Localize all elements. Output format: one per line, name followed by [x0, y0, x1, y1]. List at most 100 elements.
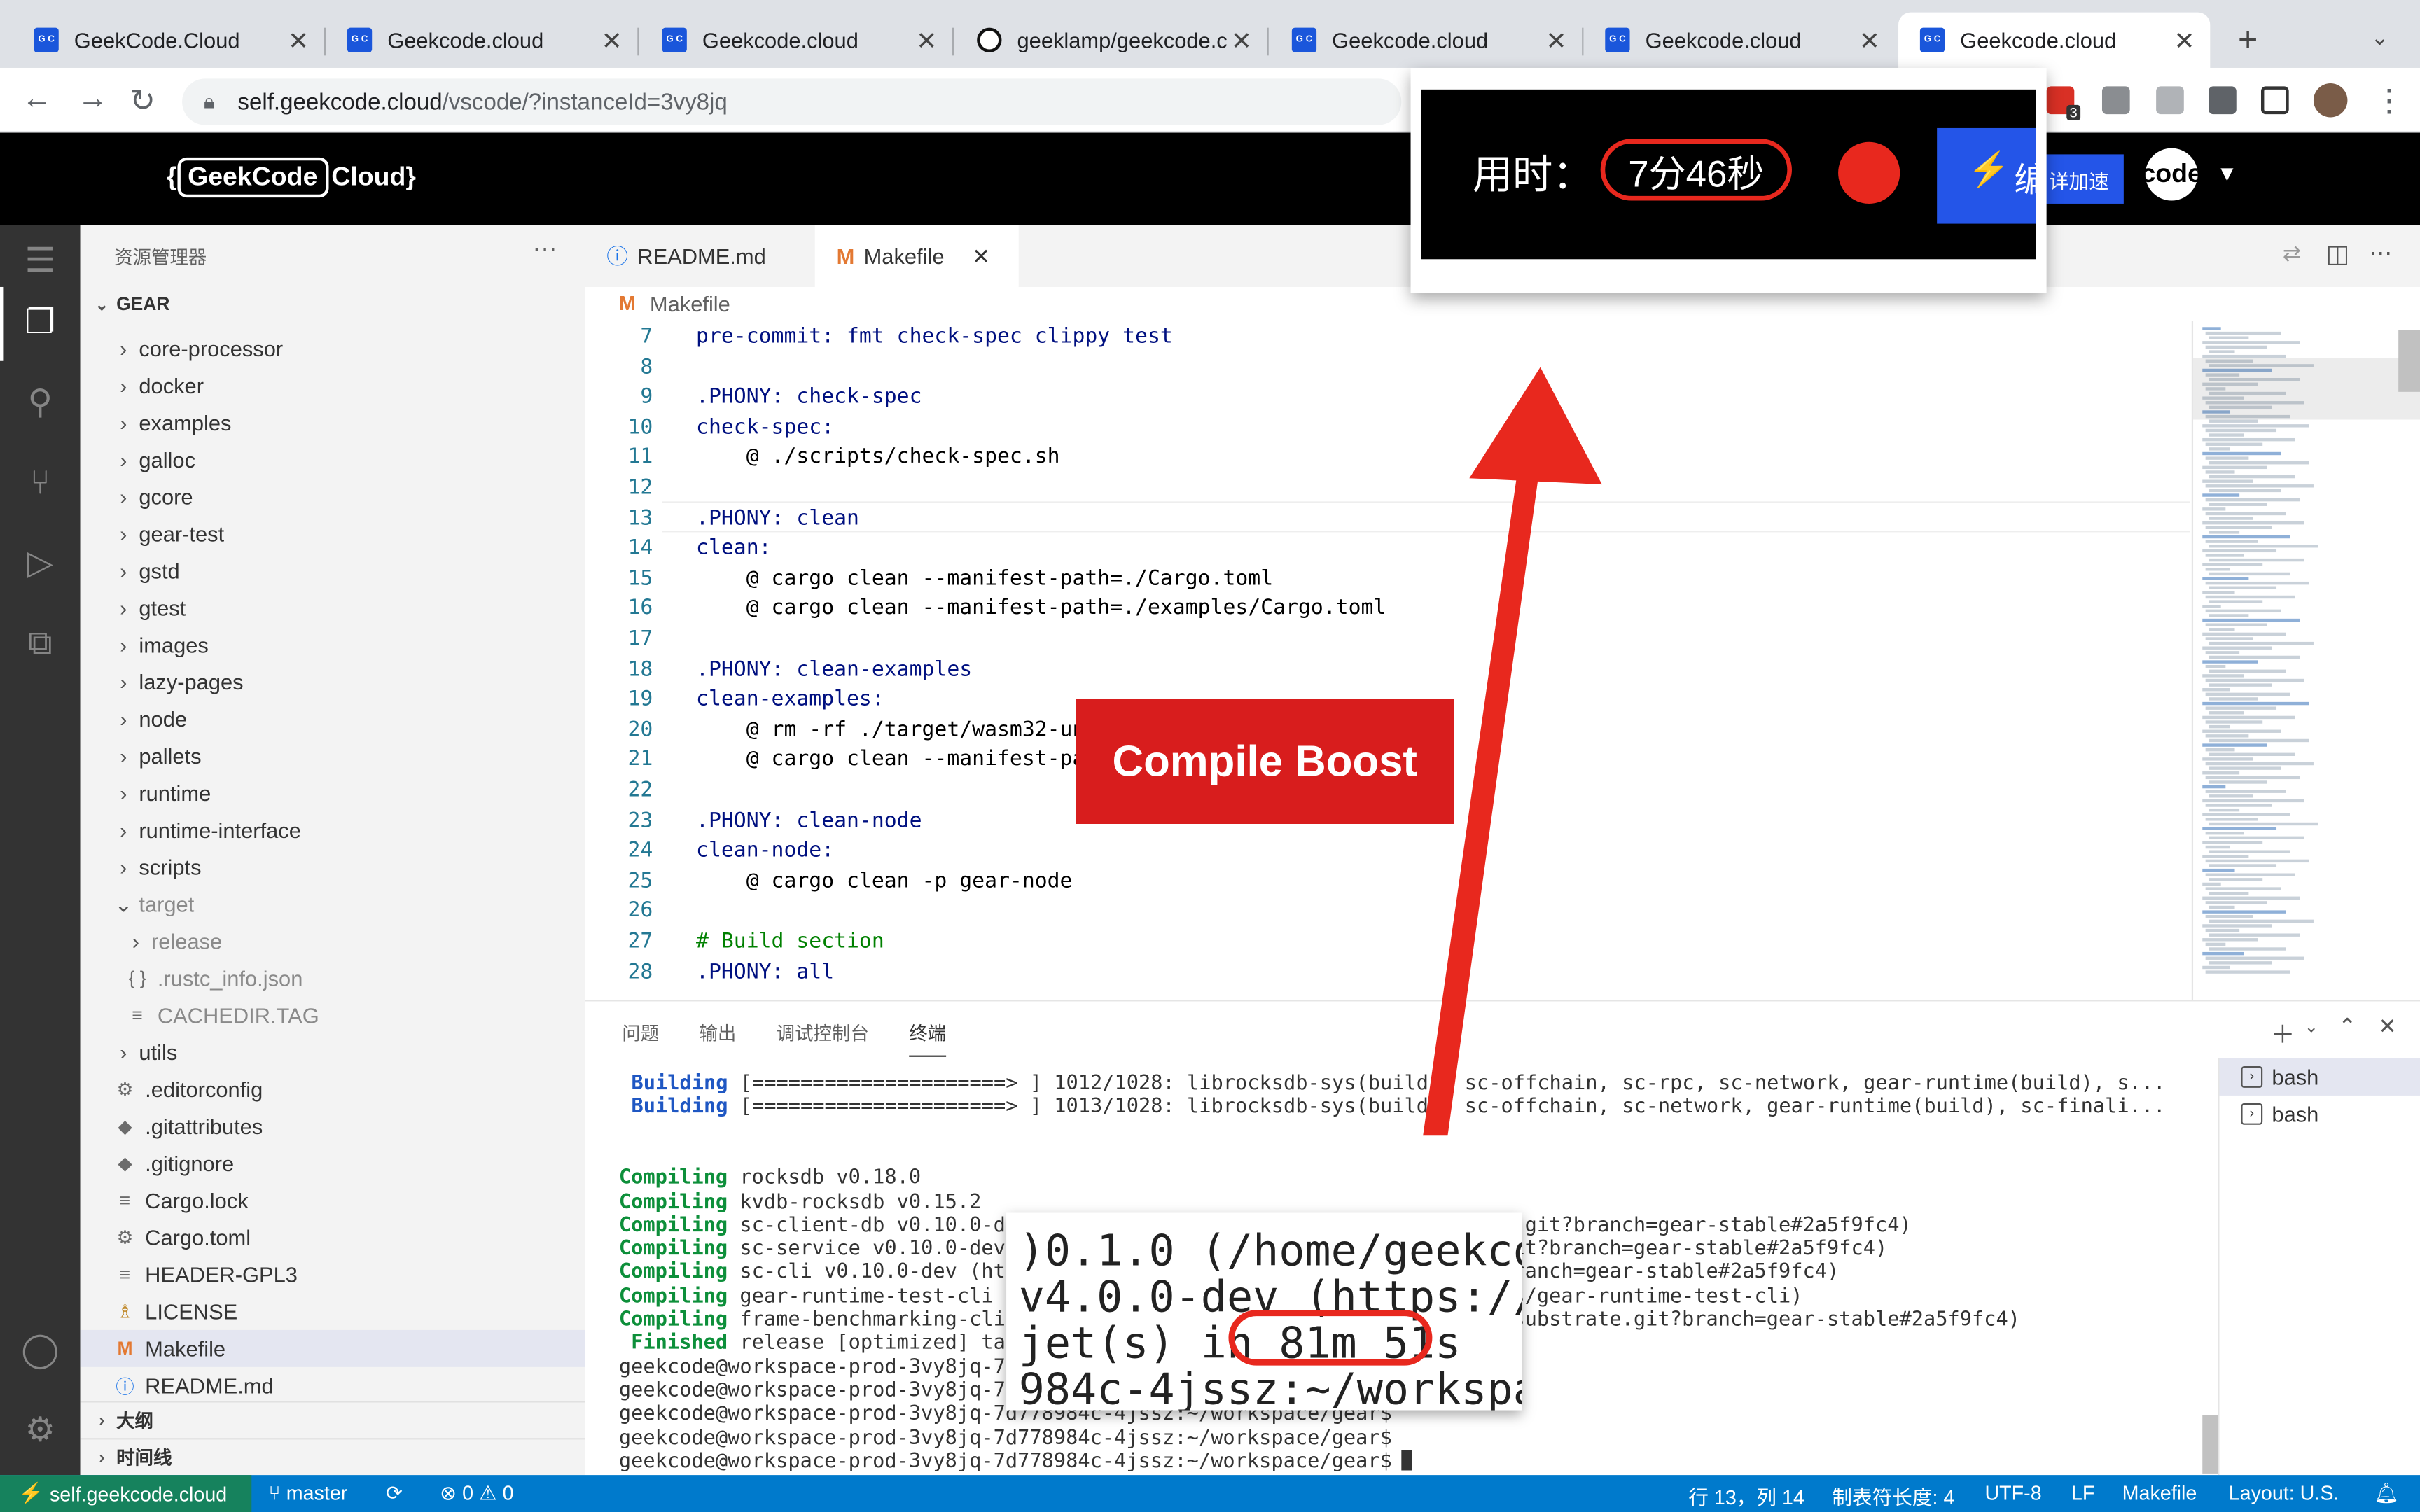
extension-icon[interactable]	[2156, 86, 2184, 115]
menu-icon[interactable]: ☰	[18, 241, 62, 284]
new-terminal-icon[interactable]: ＋	[2270, 1014, 2295, 1051]
maximize-panel-icon[interactable]: ⌃	[2338, 1014, 2356, 1040]
browser-tab-active[interactable]: G C Geekcode.cloud ✕	[1898, 12, 2211, 68]
bell-icon[interactable]: 🔔︎	[2374, 1481, 2399, 1506]
split-editor-icon[interactable]: ◫	[2326, 239, 2349, 270]
tree-item[interactable]: › docker	[81, 368, 585, 405]
tab-makefile[interactable]: M Makefile ✕	[814, 225, 1019, 287]
tree-item[interactable]: ≡ HEADER-GPL3	[81, 1256, 585, 1293]
branch-indicator[interactable]: ⑂ master	[269, 1481, 348, 1504]
back-icon[interactable]: ←	[22, 82, 53, 118]
tree-item[interactable]: › node	[81, 701, 585, 738]
user-menu-caret-icon[interactable]: ▼	[2216, 160, 2238, 185]
browser-tab[interactable]: G C Geekcode.cloud ✕	[326, 13, 639, 68]
tree-item[interactable]: ◆ .gitignore	[81, 1144, 585, 1182]
tree-item[interactable]: ⌄ target	[81, 886, 585, 923]
tree-item[interactable]: › release	[81, 923, 585, 960]
forward-icon[interactable]: →	[77, 82, 108, 118]
terminal-scrollbar[interactable]	[2202, 1415, 2218, 1474]
source-control-icon[interactable]: ⑂	[18, 463, 62, 506]
tree-item[interactable]: ≡ CACHEDIR.TAG	[81, 997, 585, 1034]
puzzle-icon[interactable]	[2209, 86, 2237, 115]
tree-item[interactable]: › runtime-interface	[81, 811, 585, 848]
profile-avatar[interactable]	[2313, 83, 2348, 118]
tab-search-chevron-icon[interactable]: ⌄	[2370, 24, 2388, 50]
tab-problems[interactable]: 问题	[622, 1020, 659, 1046]
tab-close-icon[interactable]: ✕	[1231, 26, 1252, 57]
tree-item[interactable]: › utils	[81, 1034, 585, 1071]
reload-icon[interactable]: ↻	[130, 82, 155, 120]
tree-item[interactable]: ⚙ .editorconfig	[81, 1071, 585, 1108]
tree-item[interactable]: › images	[81, 626, 585, 664]
tree-item[interactable]: ≡ Cargo.lock	[81, 1182, 585, 1219]
breadcrumb-file[interactable]: Makefile	[650, 292, 730, 316]
tree-item[interactable]: ♗ LICENSE	[81, 1293, 585, 1330]
browser-tab[interactable]: geeklamp/geekcode.c ✕	[955, 13, 1269, 68]
compare-icon[interactable]: ⇄	[2283, 241, 2301, 267]
tree-item[interactable]: › scripts	[81, 848, 585, 886]
tree-item[interactable]: › core-processor	[81, 330, 585, 368]
problems-indicator[interactable]: ⊗ 0 ⚠ 0	[440, 1481, 513, 1506]
tree-item[interactable]: › gstd	[81, 552, 585, 589]
tree-item[interactable]: ⓘ README.md	[81, 1367, 585, 1404]
encoding[interactable]: UTF-8	[1984, 1481, 2041, 1504]
tree-item[interactable]: M Makefile	[80, 1329, 585, 1367]
tree-item[interactable]: › galloc	[81, 441, 585, 478]
boost-compile-button[interactable]: ⚡ 编	[1937, 127, 2048, 224]
close-panel-icon[interactable]: ✕	[2379, 1014, 2397, 1040]
tab-debug-console[interactable]: 调试控制台	[777, 1020, 869, 1046]
language-mode[interactable]: Makefile	[2122, 1481, 2197, 1504]
tree-item[interactable]: ◆ .gitattributes	[81, 1108, 585, 1145]
address-bar[interactable]: 🔒︎ self.geekcode.cloud/vscode/?instanceI…	[182, 78, 1402, 125]
run-debug-icon[interactable]: ▷	[18, 543, 62, 587]
browser-tab[interactable]: G C Geekcode.cloud ✕	[1270, 13, 1584, 68]
tab-close-icon[interactable]: ✕	[1859, 26, 1880, 57]
tree-item[interactable]: › gtest	[81, 589, 585, 626]
settings-gear-icon[interactable]: ⚙	[18, 1410, 62, 1454]
tree-item[interactable]: › pallets	[81, 738, 585, 775]
tree-item[interactable]: › lazy-pages	[81, 664, 585, 701]
terminal-item[interactable]: › bash	[2241, 1065, 2318, 1089]
tree-item[interactable]: ⚙ Cargo.toml	[81, 1219, 585, 1256]
editor-scrollbar[interactable]	[2398, 330, 2420, 392]
outline-section[interactable]: › 大纲	[80, 1401, 585, 1438]
tree-item[interactable]: › gear-test	[81, 515, 585, 552]
geekcode-logo[interactable]: { GeekCode Cloud}	[167, 154, 416, 200]
minimap[interactable]	[2191, 321, 2420, 1000]
tab-close-icon[interactable]: ✕	[2174, 26, 2195, 57]
new-tab-button[interactable]: +	[2238, 20, 2258, 60]
timeline-section[interactable]: › 时间线	[80, 1438, 585, 1475]
tab-output[interactable]: 输出	[699, 1020, 736, 1046]
extension-icon[interactable]	[2101, 86, 2130, 115]
extensions-icon[interactable]: ⧉	[18, 623, 62, 666]
editor-more-icon[interactable]: ⋯	[2369, 239, 2392, 267]
tree-item[interactable]: › gcore	[81, 478, 585, 515]
browser-tab[interactable]: G C Geekcode.cloud ✕	[1583, 13, 1895, 68]
tab-close-icon[interactable]: ✕	[1546, 26, 1567, 57]
sidepanel-icon[interactable]	[2261, 86, 2289, 115]
indentation[interactable]: 制表符长度: 4	[1832, 1481, 1954, 1511]
tree-item[interactable]: { } .rustc_info.json	[81, 960, 585, 997]
extension-icon[interactable]: 3	[2046, 86, 2081, 120]
browser-tab[interactable]: G C GeekCode.Cloud ✕	[13, 13, 326, 68]
browser-menu-icon[interactable]: ⋮	[2374, 82, 2405, 120]
terminal-item[interactable]: › bash	[2241, 1102, 2318, 1126]
cursor-position[interactable]: 行 13，列 14	[1688, 1481, 1804, 1511]
tree-item[interactable]: › runtime	[81, 774, 585, 811]
tab-close-icon[interactable]: ✕	[916, 26, 937, 57]
more-actions-icon[interactable]: ···	[532, 236, 557, 264]
end-of-line[interactable]: LF	[2071, 1481, 2094, 1504]
close-icon[interactable]: ✕	[972, 243, 990, 269]
browser-tab[interactable]: G C Geekcode.cloud ✕	[641, 13, 954, 68]
tab-terminal[interactable]: 终端	[909, 1020, 947, 1057]
sync-icon[interactable]: ⟳	[386, 1481, 403, 1506]
tab-readme[interactable]: ⓘ README.md	[585, 225, 813, 287]
search-icon[interactable]: ⚲	[18, 383, 62, 426]
tab-close-icon[interactable]: ✕	[601, 26, 623, 57]
workspace-folder-header[interactable]: ⌄ GEAR	[92, 293, 169, 315]
keyboard-layout[interactable]: Layout: U.S.	[2229, 1481, 2339, 1504]
remote-indicator[interactable]: ⚡ self.geekcode.cloud	[0, 1475, 252, 1512]
chevron-down-icon[interactable]: ⌄	[2304, 1017, 2318, 1037]
user-avatar[interactable]: code	[2145, 148, 2198, 201]
tree-item[interactable]: › examples	[81, 404, 585, 441]
